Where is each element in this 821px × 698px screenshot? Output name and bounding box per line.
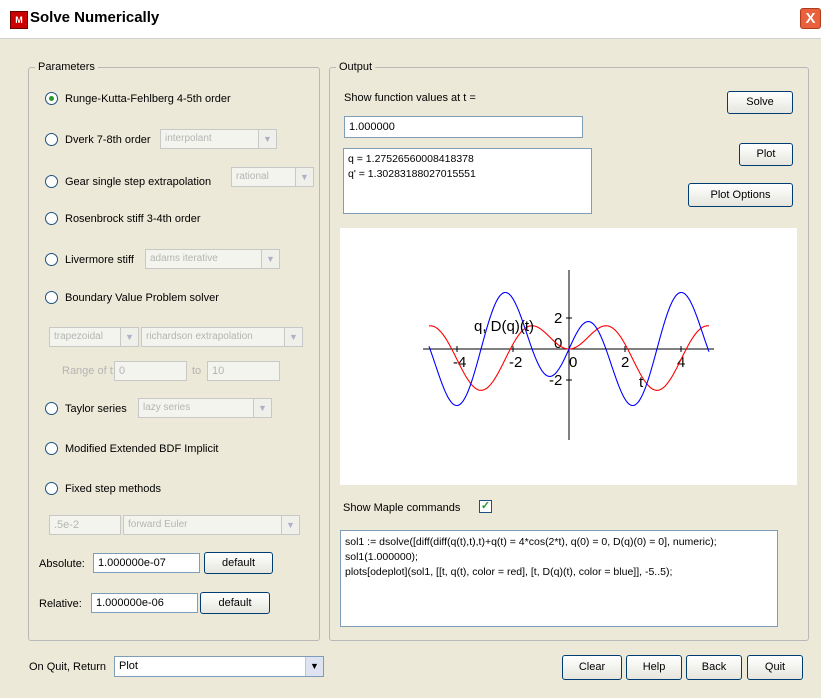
method-rosenbrock[interactable]: Rosenbrock stiff 3-4th order [45,212,201,225]
bvp-extrapolation-select[interactable]: richardson extrapolation ▼ [141,327,303,347]
method-mebdf-label: Modified Extended BDF Implicit [65,442,219,455]
x-tick-label: 2 [621,354,629,371]
output-legend: Output [336,61,376,73]
chevron-down-icon: ▼ [284,328,302,346]
method-gear-label: Gear single step extrapolation [65,175,212,188]
radio-rkf45[interactable] [45,92,58,105]
on-quit-select[interactable]: Plot ▼ [114,656,324,677]
results-area[interactable]: q = 1.27526560008418378 q' = 1.302831880… [343,148,592,214]
chevron-down-icon: ▼ [261,250,279,268]
method-dverk[interactable]: Dverk 7-8th order [45,133,151,146]
absolute-tolerance-field[interactable]: 1.000000e-07 [93,553,200,573]
y-tick-label: -2 [549,372,562,389]
radio-livermore[interactable] [45,253,58,266]
absolute-default-button[interactable]: default [204,552,273,574]
method-rosenbrock-label: Rosenbrock stiff 3-4th order [65,212,201,225]
relative-default-button[interactable]: default [200,592,270,614]
method-gear[interactable]: Gear single step extrapolation [45,175,211,188]
window-title: Solve Numerically [30,9,160,26]
method-dverk-label: Dverk 7-8th order [65,133,151,146]
x-tick-label: -2 [509,354,522,371]
relative-label: Relative: [39,598,82,610]
y-tick-label: 2 [554,310,562,327]
plot-options-button[interactable]: Plot Options [688,183,793,207]
range-label: Range of t: [62,365,116,377]
fixed-step-size-field[interactable]: .5e-2 [49,515,121,535]
show-maple-label: Show Maple commands [343,502,461,514]
help-button[interactable]: Help [626,655,682,680]
x-axis-label: t [639,374,644,391]
radio-gear[interactable] [45,175,58,188]
quit-button[interactable]: Quit [747,655,803,680]
close-button[interactable]: X [800,8,821,29]
radio-bvp[interactable] [45,291,58,304]
y-axis-label: q, D(q)(t) [474,318,534,335]
method-mebdf[interactable]: Modified Extended BDF Implicit [45,442,218,455]
solve-button[interactable]: Solve [727,91,793,114]
maple-commands-area[interactable]: sol1 := dsolve([diff(diff(q(t),t),t)+q(t… [340,530,778,627]
t-value-field[interactable]: 1.000000 [344,116,583,138]
method-fixed-step[interactable]: Fixed step methods [45,482,161,495]
bvp-method-select[interactable]: trapezoidal ▼ [49,327,139,347]
plot-area: -4 -2 0 2 4 2 0 -2 q, D(q)(t) t [340,228,797,485]
method-livermore[interactable]: Livermore stiff [45,253,134,266]
method-taylor-label: Taylor series [65,402,127,415]
range-to-label: to [192,365,202,377]
radio-taylor[interactable] [45,402,58,415]
x-tick-label: 0 [569,354,577,371]
chevron-down-icon: ▼ [305,657,323,676]
range-to-field[interactable]: 10 [207,361,280,381]
back-button[interactable]: Back [686,655,742,680]
on-quit-label: On Quit, Return [29,661,107,673]
method-fixed-step-label: Fixed step methods [65,482,161,495]
y-tick-label: 0 [554,335,562,352]
method-bvp-label: Boundary Value Problem solver [65,291,219,304]
ode-plot: -4 -2 0 2 420-2 q, D(q)(t) t [423,270,714,440]
chevron-down-icon: ▼ [295,168,313,186]
method-taylor[interactable]: Taylor series [45,402,127,415]
relative-tolerance-field[interactable]: 1.000000e-06 [91,593,198,613]
parameters-legend: Parameters [35,61,98,73]
x-tick-label: 4 [677,354,685,371]
taylor-option-select[interactable]: lazy series ▼ [138,398,272,418]
app-icon: M [10,11,28,29]
dverk-option-select[interactable]: interpolant ▼ [160,129,277,149]
show-maple-checkbox[interactable]: ✓ [479,500,492,513]
absolute-label: Absolute: [39,558,85,570]
method-bvp[interactable]: Boundary Value Problem solver [45,291,219,304]
range-from-field[interactable]: 0 [114,361,187,381]
method-rkf45-label: Runge-Kutta-Fehlberg 4-5th order [65,92,231,105]
chevron-down-icon: ▼ [253,399,271,417]
radio-mebdf[interactable] [45,442,58,455]
radio-dverk[interactable] [45,133,58,146]
chevron-down-icon: ▼ [120,328,138,346]
chevron-down-icon: ▼ [258,130,276,148]
plot-button[interactable]: Plot [739,143,793,166]
fixed-step-method-select[interactable]: forward Euler ▼ [123,515,300,535]
method-rkf45[interactable]: Runge-Kutta-Fehlberg 4-5th order [45,92,231,105]
title-bar: M Solve Numerically X [0,0,821,39]
chevron-down-icon: ▼ [281,516,299,534]
gear-option-select[interactable]: rational ▼ [231,167,314,187]
livermore-option-select[interactable]: adams iterative ▼ [145,249,280,269]
radio-rosenbrock[interactable] [45,212,58,225]
radio-fixed-step[interactable] [45,482,58,495]
method-livermore-label: Livermore stiff [65,253,134,266]
clear-button[interactable]: Clear [562,655,622,680]
show-values-label: Show function values at t = [344,92,476,104]
